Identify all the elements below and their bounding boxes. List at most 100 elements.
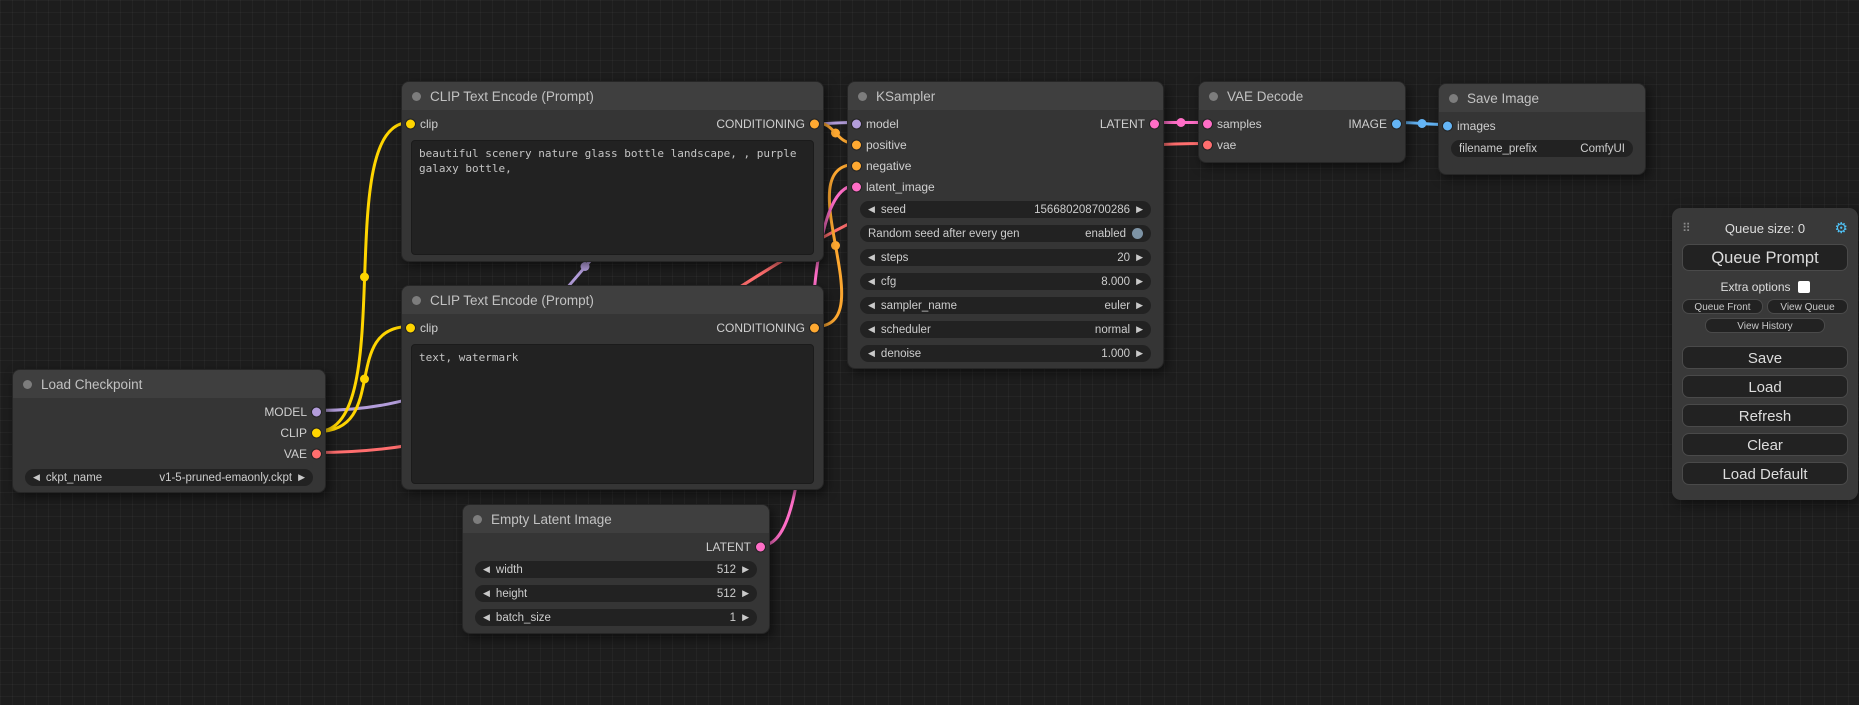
slot-label: positive	[866, 138, 907, 152]
decrement-arrow-icon[interactable]: ◀	[33, 473, 40, 482]
increment-arrow-icon[interactable]: ▶	[742, 613, 749, 622]
node-vae-decode[interactable]: VAE Decode samples IMAGE vae	[1198, 81, 1406, 163]
input-dot-images[interactable]	[1443, 121, 1452, 130]
prompt-textarea[interactable]: text, watermark	[411, 344, 814, 484]
input-dot-clip[interactable]	[406, 323, 415, 332]
node-clip-text-encode-positive[interactable]: CLIP Text Encode (Prompt) clip CONDITION…	[401, 81, 824, 262]
node-title-bar[interactable]: CLIP Text Encode (Prompt)	[402, 286, 823, 314]
decrement-arrow-icon[interactable]: ◀	[868, 277, 875, 286]
widget-scheduler[interactable]: ◀ scheduler normal ▶	[860, 321, 1151, 338]
node-title: KSampler	[876, 89, 935, 104]
node-empty-latent-image[interactable]: Empty Latent Image LATENT ◀ width 512 ▶ …	[462, 504, 770, 634]
widget-height[interactable]: ◀ height 512 ▶	[475, 585, 757, 602]
queue-front-button[interactable]: Queue Front	[1682, 299, 1763, 314]
collapse-dot[interactable]	[412, 92, 421, 101]
input-dot-model[interactable]	[852, 119, 861, 128]
output-dot-conditioning[interactable]	[810, 323, 819, 332]
increment-arrow-icon[interactable]: ▶	[742, 565, 749, 574]
queue-prompt-button[interactable]: Queue Prompt	[1682, 244, 1848, 271]
widget-sampler-name[interactable]: ◀ sampler_name euler ▶	[860, 297, 1151, 314]
increment-arrow-icon[interactable]: ▶	[1136, 253, 1143, 262]
increment-arrow-icon[interactable]: ▶	[1136, 301, 1143, 310]
node-title-bar[interactable]: Empty Latent Image	[463, 505, 769, 533]
clear-button[interactable]: Clear	[1682, 433, 1848, 456]
output-dot-image[interactable]	[1392, 119, 1401, 128]
input-dot-positive[interactable]	[852, 140, 861, 149]
input-dot-latent-image[interactable]	[852, 182, 861, 191]
widget-cfg[interactable]: ◀ cfg 8.000 ▶	[860, 273, 1151, 290]
output-dot-clip[interactable]	[312, 428, 321, 437]
increment-arrow-icon[interactable]: ▶	[742, 589, 749, 598]
settings-gear-icon[interactable]: ⚙	[1830, 219, 1848, 237]
node-title-bar[interactable]: CLIP Text Encode (Prompt)	[402, 82, 823, 110]
node-graph-canvas[interactable]: Load Checkpoint MODEL CLIP VAE ◀ ckpt_na…	[0, 0, 1859, 705]
collapse-dot[interactable]	[23, 380, 32, 389]
widget-batch-size[interactable]: ◀ batch_size 1 ▶	[475, 609, 757, 626]
node-ksampler[interactable]: KSampler model LATENT positive negative …	[847, 81, 1164, 369]
input-dot-negative[interactable]	[852, 161, 861, 170]
input-dot-clip[interactable]	[406, 119, 415, 128]
output-dot-model[interactable]	[312, 407, 321, 416]
node-title-bar[interactable]: Load Checkpoint	[13, 370, 325, 398]
load-default-button[interactable]: Load Default	[1682, 462, 1848, 485]
increment-arrow-icon[interactable]: ▶	[1136, 205, 1143, 214]
node-title-bar[interactable]: Save Image	[1439, 84, 1645, 112]
drag-handle-icon[interactable]: ⠿	[1682, 221, 1700, 235]
increment-arrow-icon[interactable]: ▶	[1136, 277, 1143, 286]
node-load-checkpoint[interactable]: Load Checkpoint MODEL CLIP VAE ◀ ckpt_na…	[12, 369, 326, 493]
widget-name: batch_size	[496, 612, 551, 624]
widget-value: v1-5-pruned-emaonly.ckpt	[159, 472, 292, 484]
collapse-dot[interactable]	[412, 296, 421, 305]
prompt-textarea[interactable]: beautiful scenery nature glass bottle la…	[411, 140, 814, 255]
input-dot-vae[interactable]	[1203, 140, 1212, 149]
input-slot-positive: positive	[848, 134, 1163, 155]
increment-arrow-icon[interactable]: ▶	[298, 473, 305, 482]
node-title-bar[interactable]: KSampler	[848, 82, 1163, 110]
widget-width[interactable]: ◀ width 512 ▶	[475, 561, 757, 578]
widget-denoise[interactable]: ◀ denoise 1.000 ▶	[860, 345, 1151, 362]
increment-arrow-icon[interactable]: ▶	[1136, 325, 1143, 334]
output-slot-clip: CLIP	[13, 422, 325, 443]
node-title-bar[interactable]: VAE Decode	[1199, 82, 1405, 110]
output-dot-latent[interactable]	[1150, 119, 1159, 128]
widget-ckpt-name[interactable]: ◀ ckpt_name v1-5-pruned-emaonly.ckpt ▶	[25, 469, 313, 486]
widget-name: width	[496, 564, 523, 576]
decrement-arrow-icon[interactable]: ◀	[483, 613, 490, 622]
node-save-image[interactable]: Save Image images filename_prefix ComfyU…	[1438, 83, 1646, 175]
input-dot-samples[interactable]	[1203, 119, 1212, 128]
refresh-button[interactable]: Refresh	[1682, 404, 1848, 427]
view-queue-button[interactable]: View Queue	[1767, 299, 1848, 314]
widget-steps[interactable]: ◀ steps 20 ▶	[860, 249, 1151, 266]
increment-arrow-icon[interactable]: ▶	[1136, 349, 1143, 358]
save-button[interactable]: Save	[1682, 346, 1848, 369]
decrement-arrow-icon[interactable]: ◀	[483, 589, 490, 598]
slot-label: LATENT	[706, 540, 751, 554]
widget-value: 512	[717, 564, 736, 576]
decrement-arrow-icon[interactable]: ◀	[868, 325, 875, 334]
widget-name: cfg	[881, 276, 896, 288]
widget-filename-prefix[interactable]: filename_prefix ComfyUI	[1451, 140, 1633, 157]
slot-row-clip-conditioning: clip CONDITIONING	[402, 113, 823, 134]
decrement-arrow-icon[interactable]: ◀	[868, 205, 875, 214]
widget-seed[interactable]: ◀ seed 156680208700286 ▶	[860, 201, 1151, 218]
decrement-arrow-icon[interactable]: ◀	[483, 565, 490, 574]
collapse-dot[interactable]	[858, 92, 867, 101]
extra-options-checkbox[interactable]	[1798, 281, 1810, 293]
output-dot-vae[interactable]	[312, 449, 321, 458]
slot-label: negative	[866, 159, 911, 173]
load-button[interactable]: Load	[1682, 375, 1848, 398]
collapse-dot[interactable]	[1209, 92, 1218, 101]
decrement-arrow-icon[interactable]: ◀	[868, 253, 875, 262]
widget-random-seed-toggle[interactable]: Random seed after every gen enabled	[860, 225, 1151, 242]
node-title: CLIP Text Encode (Prompt)	[430, 293, 594, 308]
output-dot-conditioning[interactable]	[810, 119, 819, 128]
node-title: Load Checkpoint	[41, 377, 142, 392]
output-dot-latent[interactable]	[756, 542, 765, 551]
node-clip-text-encode-negative[interactable]: CLIP Text Encode (Prompt) clip CONDITION…	[401, 285, 824, 490]
view-history-button[interactable]: View History	[1705, 318, 1825, 333]
decrement-arrow-icon[interactable]: ◀	[868, 301, 875, 310]
toggle-knob[interactable]	[1132, 228, 1143, 239]
collapse-dot[interactable]	[1449, 94, 1458, 103]
decrement-arrow-icon[interactable]: ◀	[868, 349, 875, 358]
collapse-dot[interactable]	[473, 515, 482, 524]
